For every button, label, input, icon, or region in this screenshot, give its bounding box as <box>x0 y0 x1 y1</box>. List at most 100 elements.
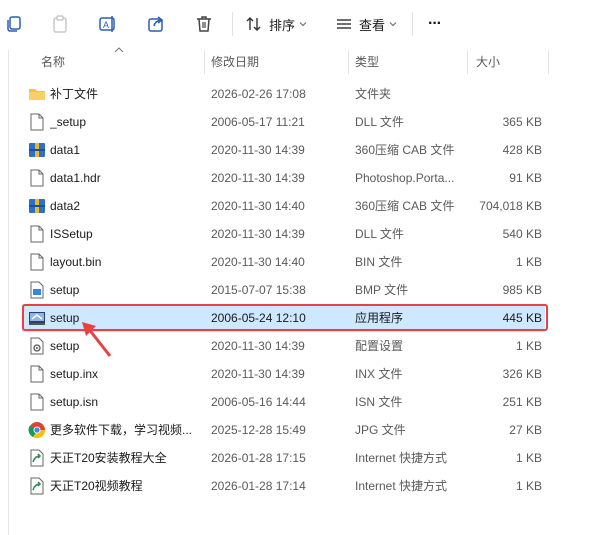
file-row[interactable]: data2 2020-11-30 14:40 360压缩 CAB 文件 704,018… <box>22 192 545 220</box>
file-row[interactable]: 更多软件下载，学习视频... 2025-12-28 15:49 JPG 文件 27 K… <box>22 416 545 444</box>
file-date: 2026-01-28 17:15 <box>211 451 306 465</box>
file-row[interactable]: data1.hdr 2020-11-30 14:39 Photoshop.Porta… <box>22 164 545 192</box>
file-name: 天正T20视频教程 <box>50 479 143 493</box>
file-row[interactable]: layout.bin 2020-11-30 14:40 BIN 文件 1 KB <box>22 248 545 276</box>
file-size: 251 KB <box>502 395 542 409</box>
file-date: 2025-12-28 15:49 <box>211 423 306 437</box>
file-size: 91 KB <box>509 171 542 185</box>
column-header-name[interactable]: 名称 <box>41 53 65 71</box>
file-date: 2020-11-30 14:40 <box>211 255 305 269</box>
file-name: data1 <box>50 143 81 157</box>
file-date: 2020-11-30 14:39 <box>211 367 305 381</box>
file-row[interactable]: setup 2015-07-07 15:38 BMP 文件 985 KB <box>22 276 545 304</box>
file-size <box>452 80 542 108</box>
file-name: 补丁文件 <box>50 87 99 101</box>
image-file-icon <box>28 281 46 299</box>
file-icon <box>28 225 46 243</box>
view-list-icon <box>337 19 351 29</box>
file-name: setup.isn <box>50 395 99 409</box>
file-type: JPG 文件 <box>355 423 406 437</box>
file-size: 326 KB <box>502 367 542 381</box>
svg-text:A: A <box>103 20 109 30</box>
sort-button[interactable]: 排序 <box>245 10 307 38</box>
file-name: setup <box>50 283 80 297</box>
file-icon <box>28 365 46 383</box>
column-header-date[interactable]: 修改日期 <box>211 53 259 71</box>
file-row[interactable]: setup.inx 2020-11-30 14:39 INX 文件 326 KB <box>22 360 545 388</box>
file-date: 2006-05-17 11:21 <box>211 115 305 129</box>
file-date: 2006-05-16 14:44 <box>211 395 306 409</box>
file-row[interactable]: 天正T20安装教程大全 2026-01-28 17:15 Internet 快捷方式… <box>22 444 545 472</box>
file-name: ISSetup <box>50 227 93 241</box>
share-button[interactable] <box>146 10 166 38</box>
copy-icon <box>7 16 21 32</box>
file-row[interactable]: _setup 2006-05-17 11:21 DLL 文件 365 KB <box>22 108 545 136</box>
file-date: 2026-02-26 17:08 <box>211 87 306 101</box>
file-name: _setup <box>50 115 87 129</box>
more-options-button[interactable]: ··· <box>428 10 442 38</box>
file-row[interactable]: 补丁文件 2026-02-26 17:08 文件夹 <box>22 80 545 108</box>
file-type: 文件夹 <box>355 87 392 101</box>
copy-button[interactable] <box>4 10 24 38</box>
delete-button[interactable] <box>194 10 214 38</box>
file-row[interactable]: setup.isn 2006-05-16 14:44 ISN 文件 251 KB <box>22 388 545 416</box>
sort-icon <box>246 17 261 31</box>
command-bar: A 排序 查看 ··· <box>0 0 599 50</box>
file-row[interactable]: 天正T20视频教程 2026-01-28 17:14 Internet 快捷方式 1 … <box>22 472 545 500</box>
file-name: data1.hdr <box>50 171 101 185</box>
file-icon <box>28 393 46 411</box>
pane-border <box>8 50 9 535</box>
installer-icon <box>28 309 46 327</box>
file-date: 2006-05-24 12:10 <box>211 311 306 325</box>
file-type: 360压缩 CAB 文件 <box>355 143 455 157</box>
file-date: 2020-11-30 14:39 <box>211 143 305 157</box>
rename-button[interactable]: A <box>98 10 118 38</box>
more-icon: ··· <box>428 15 442 32</box>
file-type: Internet 快捷方式 <box>355 451 448 465</box>
file-type: DLL 文件 <box>355 115 404 129</box>
column-header-size[interactable]: 大小 <box>476 53 500 71</box>
file-row[interactable]: data1 2020-11-30 14:39 360压缩 CAB 文件 428 KB <box>22 136 545 164</box>
file-type: 应用程序 <box>355 311 404 325</box>
file-name: setup.inx <box>50 367 99 381</box>
column-header-row: 名称 修改日期 类型 大小 <box>0 47 599 74</box>
sort-label: 排序 <box>269 17 296 33</box>
file-size: 704,018 KB <box>479 199 542 213</box>
file-name: 天正T20安装教程大全 <box>50 451 167 465</box>
column-divider[interactable] <box>548 50 549 74</box>
file-size: 1 KB <box>515 339 542 353</box>
file-name: 更多软件下载，学习视频... <box>50 423 193 437</box>
chevron-down-icon <box>299 22 307 27</box>
annotation-arrow-icon <box>82 322 112 357</box>
view-button[interactable]: 查看 <box>335 10 397 38</box>
sort-ascending-icon <box>114 47 124 53</box>
file-date: 2015-07-07 15:38 <box>211 283 306 297</box>
file-type: 360压缩 CAB 文件 <box>355 199 455 213</box>
archive-icon <box>28 141 46 159</box>
file-size: 1 KB <box>515 451 542 465</box>
column-header-type[interactable]: 类型 <box>355 53 379 71</box>
file-name: layout.bin <box>50 255 102 269</box>
chrome-icon <box>28 421 46 439</box>
file-size: 27 KB <box>509 423 542 437</box>
file-size: 1 KB <box>515 479 542 493</box>
column-divider[interactable] <box>467 50 468 74</box>
share-icon <box>148 16 164 32</box>
column-divider[interactable] <box>204 50 205 74</box>
file-name: setup <box>50 339 80 353</box>
file-list-pane: 名称 修改日期 类型 大小 补丁文件 2026-02-26 17:08 文件夹 _se… <box>0 47 599 535</box>
file-type: DLL 文件 <box>355 227 404 241</box>
file-size: 428 KB <box>502 143 542 157</box>
file-type: Photoshop.Porta... <box>355 171 455 185</box>
folder-icon <box>28 85 46 103</box>
paste-icon <box>53 15 67 33</box>
file-icon <box>28 169 46 187</box>
file-icon <box>28 253 46 271</box>
file-name: data2 <box>50 199 81 213</box>
column-divider[interactable] <box>348 50 349 74</box>
file-type: 配置设置 <box>355 339 404 353</box>
file-row[interactable]: ISSetup 2020-11-30 14:39 DLL 文件 540 KB <box>22 220 545 248</box>
paste-button[interactable] <box>50 10 70 38</box>
file-date: 2020-11-30 14:39 <box>211 227 305 241</box>
file-type: BIN 文件 <box>355 255 403 269</box>
